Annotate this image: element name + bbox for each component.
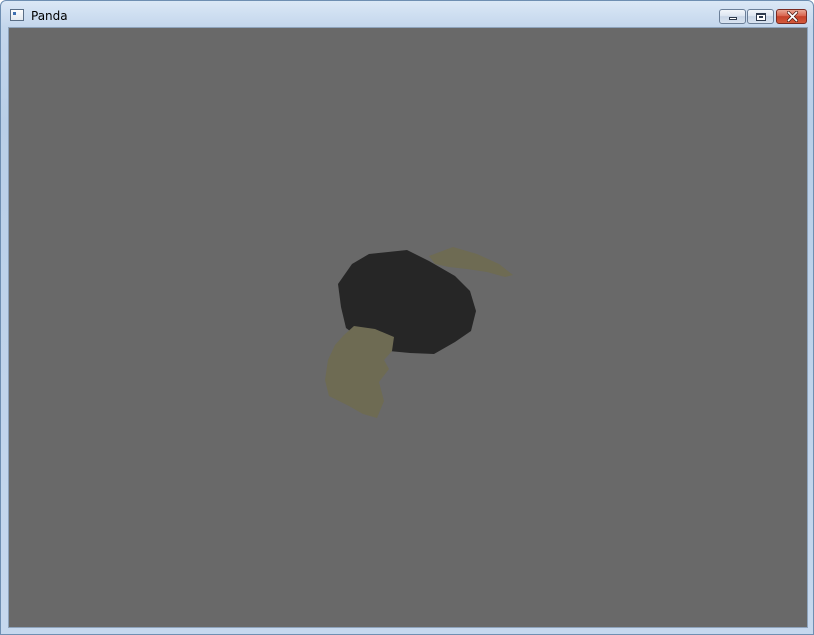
title-bar[interactable]: Panda xyxy=(1,1,813,29)
maximize-icon xyxy=(756,13,766,21)
app-window: Panda xyxy=(0,0,814,635)
close-icon xyxy=(787,11,798,22)
minimize-icon xyxy=(729,17,737,20)
scene-canvas xyxy=(325,247,513,418)
close-button[interactable] xyxy=(776,9,807,24)
maximize-button[interactable] xyxy=(747,9,774,24)
panda-ear-front xyxy=(325,326,394,418)
render-viewport[interactable] xyxy=(8,27,808,628)
app-window-icon[interactable] xyxy=(10,9,24,21)
window-title: Panda xyxy=(31,9,68,23)
minimize-button[interactable] xyxy=(719,9,746,24)
